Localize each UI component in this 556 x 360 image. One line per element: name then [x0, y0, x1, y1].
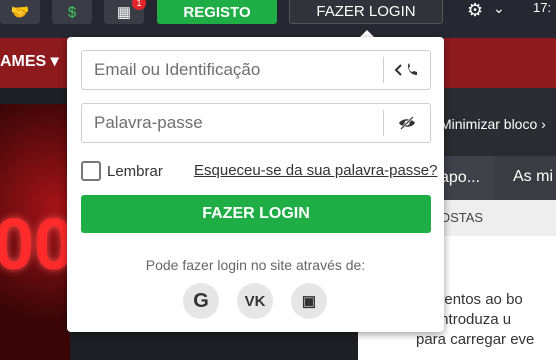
- handshake-icon[interactable]: 🤝: [0, 0, 40, 24]
- dollar-icon[interactable]: $: [52, 0, 92, 24]
- vk-icon: VK: [244, 292, 266, 310]
- social-login-hint: Pode fazer login no site através de:: [145, 257, 366, 273]
- phone-login-icon[interactable]: [384, 51, 430, 89]
- login-popup: Lembrar Esqueceu-se da sua palavra-passe…: [67, 37, 444, 332]
- twitch-login-button[interactable]: ▣: [291, 283, 327, 319]
- remember-label: Lembrar: [107, 162, 163, 180]
- login-submit-button[interactable]: FAZER LOGIN: [81, 195, 431, 233]
- gear-icon[interactable]: ⚙: [467, 0, 483, 21]
- login-toggle-button[interactable]: FAZER LOGIN: [289, 0, 443, 24]
- email-input[interactable]: [82, 51, 382, 89]
- remember-me: Lembrar: [81, 161, 163, 181]
- minimize-block-link[interactable]: Minimizar bloco ›: [440, 116, 546, 132]
- email-field: [81, 50, 431, 90]
- eye-slash-icon[interactable]: [384, 104, 430, 142]
- password-input[interactable]: [82, 104, 382, 142]
- tab-my-bets[interactable]: As mi: [513, 168, 553, 186]
- google-login-button[interactable]: G: [183, 283, 219, 319]
- gift-icon[interactable]: ▦ 1: [104, 0, 146, 24]
- password-field: [81, 103, 431, 143]
- twitch-icon: ▣: [301, 293, 317, 310]
- banner-text: 00: [0, 205, 70, 285]
- nav-item-games[interactable]: AMES ▾: [0, 51, 59, 71]
- message-line: para carregar eve: [416, 331, 535, 348]
- vk-login-button[interactable]: VK: [237, 283, 273, 319]
- google-icon: G: [193, 289, 209, 312]
- chevron-down-icon[interactable]: ⌄: [493, 0, 505, 17]
- top-header: 🤝 $ ▦ 1 REGISTO FAZER LOGIN ⚙ ⌄ 17:: [0, 0, 556, 38]
- tab-betslip-label: apo...: [440, 169, 481, 186]
- gift-badge: 1: [132, 0, 146, 10]
- clock-text: 17:: [533, 0, 552, 15]
- promo-banner[interactable]: 00: [0, 104, 70, 360]
- forgot-password-link[interactable]: Esqueceu-se da sua palavra-passe?: [194, 162, 438, 179]
- remember-checkbox[interactable]: [81, 161, 101, 181]
- register-button[interactable]: REGISTO: [157, 0, 277, 24]
